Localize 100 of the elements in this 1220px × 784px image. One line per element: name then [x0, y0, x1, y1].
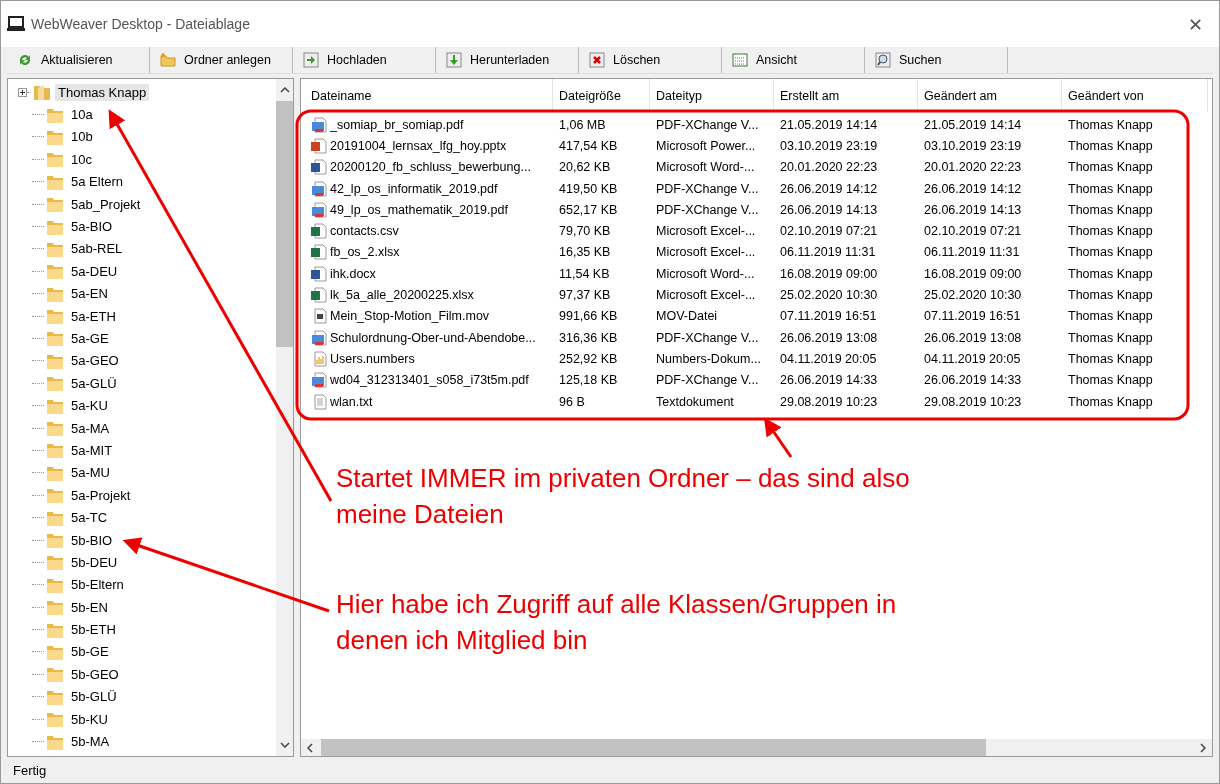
scroll-down-icon[interactable] [279, 742, 290, 748]
column-header[interactable]: Dateityp [650, 79, 774, 112]
table-cell: fb_os_2.xlsx [330, 245, 400, 260]
table-cell: 29.08.2019 10:23 [780, 394, 878, 409]
table-cell: wlan.txt [330, 394, 373, 409]
tree-item[interactable]: 10a [68, 106, 96, 124]
folder-icon [46, 374, 64, 393]
upload-icon [303, 52, 319, 68]
scroll-right-icon[interactable] [1200, 742, 1206, 753]
tree-item[interactable]: 5a-GLÜ [68, 374, 120, 392]
view-icon [732, 52, 748, 68]
expand-icon[interactable] [18, 87, 27, 97]
file-icon [311, 350, 327, 367]
monitor-icon [7, 16, 25, 32]
status-text: Fertig [13, 762, 47, 778]
table-cell: 25.02.2020 10:30 [924, 288, 1022, 302]
folder-icon [46, 598, 64, 617]
folder-icon [46, 531, 64, 549]
table-cell: Microsoft Excel-... [656, 245, 756, 260]
table-cell: Thomas Knapp [1068, 309, 1153, 324]
tree-item[interactable]: 10c [68, 150, 95, 168]
file-icon [311, 180, 327, 197]
table-cell: 26.06.2019 13:08 [780, 330, 878, 345]
tree-item[interactable]: 5ab_Projekt [68, 195, 144, 213]
folder-icon [46, 486, 64, 505]
tree-item[interactable]: 5ab-REL [68, 240, 126, 258]
file-icon [311, 265, 327, 282]
tree-item[interactable]: 5a-MA [68, 419, 113, 437]
table-cell: Thomas Knapp [1068, 288, 1153, 302]
close-button[interactable]: ✕ [1183, 13, 1207, 35]
scrollbar[interactable] [276, 79, 293, 756]
table-cell: 02.10.2019 07:21 [780, 224, 878, 239]
tree-item[interactable]: 5b-GEO [68, 665, 122, 683]
tree-item[interactable]: 5a-TC [68, 509, 111, 527]
folder-icon [46, 441, 64, 460]
column-header[interactable]: Dateigröße [553, 79, 650, 112]
table-cell: 419,50 KB [559, 181, 618, 196]
table-cell: lk_5a_alle_20200225.xlsx [330, 288, 474, 302]
file-icon [311, 287, 327, 303]
tree-item[interactable]: 5a-ETH [68, 307, 119, 325]
tree-item[interactable]: 5b-Eltern [68, 576, 127, 594]
table-cell: 21.05.2019 14:14 [780, 117, 878, 132]
tree-item[interactable]: 5a-MIT [68, 441, 116, 459]
folder-icon [46, 553, 64, 572]
column-header[interactable]: Geändert am [918, 79, 1062, 112]
tree-item[interactable]: 5a-BIO [68, 218, 116, 236]
tree-item[interactable]: 5b-MA [68, 733, 113, 750]
column-header[interactable]: Geändert von [1062, 79, 1208, 112]
table-cell: 26.06.2019 14:12 [924, 181, 1022, 196]
tree-item[interactable]: 5a-KU [68, 397, 111, 415]
scrollbar[interactable] [301, 739, 1212, 756]
tree-item[interactable]: 10b [68, 128, 96, 146]
table-cell: 652,17 KB [559, 202, 618, 217]
table-cell: PDF-XChange V... [656, 181, 759, 196]
tree-item[interactable]: 5b-ETH [68, 621, 119, 639]
folder-icon [46, 419, 64, 438]
table-cell: 97,37 KB [559, 288, 611, 302]
tree-item[interactable]: 5b-KU [68, 710, 111, 728]
tree-item[interactable]: 5a-DEU [68, 262, 121, 280]
table-cell: Thomas Knapp [1068, 373, 1153, 388]
tree-item[interactable]: 5b-EN [68, 598, 111, 616]
table-cell: Thomas Knapp [1068, 330, 1153, 345]
tree-item[interactable]: Thomas Knapp [55, 83, 150, 101]
table-cell: 1,06 MB [559, 117, 606, 132]
scroll-left-icon[interactable] [307, 742, 313, 753]
file-icon [311, 244, 327, 261]
table-cell: 06.11.2019 11:31 [924, 245, 1020, 260]
window-title: WebWeaver Desktop - Dateiablage [31, 16, 250, 32]
file-icon [311, 201, 327, 218]
table-cell: 26.06.2019 14:13 [924, 202, 1022, 217]
table-cell: 25.02.2020 10:30 [780, 288, 878, 302]
table-cell: 26.06.2019 14:33 [780, 373, 878, 388]
tree-item[interactable]: 5a-GEO [68, 352, 122, 370]
tree-item[interactable]: 5a-Projekt [68, 486, 134, 504]
tree-item[interactable]: 5b-GE [68, 643, 112, 661]
table-cell: Schulordnung-Ober-und-Abendobe... [330, 330, 536, 345]
table-cell: 42_lp_os_informatik_2019.pdf [330, 181, 498, 196]
table-cell: 26.06.2019 14:13 [780, 202, 878, 217]
tree-item[interactable]: 5a-MU [68, 464, 113, 482]
table-cell: PDF-XChange V... [656, 330, 759, 345]
table-cell: 16.08.2019 09:00 [924, 266, 1022, 281]
file-icon [311, 116, 327, 133]
folder-icon [46, 262, 64, 281]
tree-item[interactable]: 5a-GE [68, 330, 112, 347]
table-cell: contacts.csv [330, 224, 399, 239]
column-header[interactable]: Erstellt am [774, 79, 918, 112]
column-header[interactable]: Dateiname [305, 79, 553, 112]
tree-item[interactable]: 5a Eltern [68, 173, 127, 191]
scroll-up-icon[interactable] [279, 87, 290, 93]
table-cell: Microsoft Word-... [656, 160, 755, 175]
table-cell: PDF-XChange V... [656, 373, 759, 388]
tree-item[interactable]: 5a-EN [68, 285, 111, 303]
tree-item[interactable]: 5b-GLÜ [68, 688, 120, 706]
download-icon [446, 52, 462, 68]
table-cell: Numbers-Dokum... [656, 351, 761, 366]
tree-item[interactable]: 5b-DEU [68, 553, 121, 571]
tree-item[interactable]: 5b-BIO [68, 531, 116, 549]
file-icon [311, 308, 327, 325]
table-cell: 03.10.2019 23:19 [924, 138, 1022, 153]
table-cell: MOV-Datei [656, 309, 718, 324]
